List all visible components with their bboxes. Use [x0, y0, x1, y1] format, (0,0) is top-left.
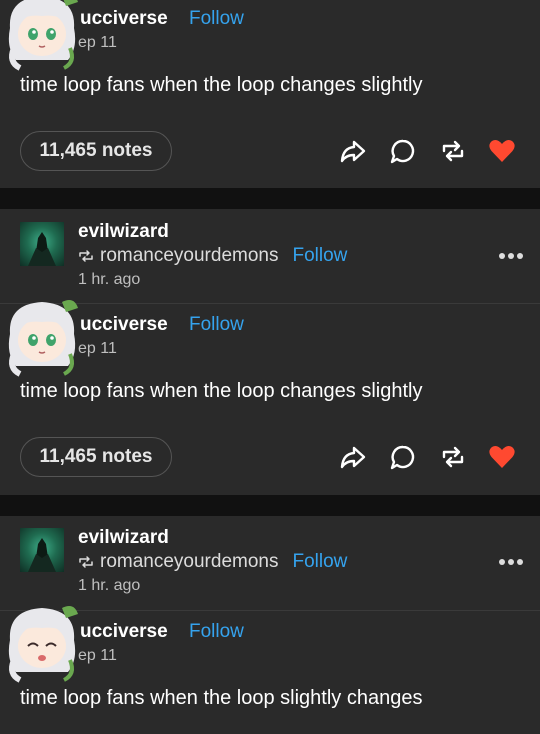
reblogger-avatar[interactable]: [20, 528, 64, 572]
post-text: time loop fans when the loop slightly ch…: [20, 687, 423, 709]
reblog-icon[interactable]: [439, 137, 467, 165]
share-icon[interactable]: [339, 443, 367, 471]
reblogger-avatar[interactable]: [20, 222, 64, 266]
follow-button[interactable]: Follow: [189, 314, 244, 336]
post-author[interactable]: ucciverse: [80, 314, 168, 336]
reblog-small-icon: [79, 250, 93, 262]
post-avatar[interactable]: [2, 0, 82, 72]
post-text: time loop fans when the loop changes sli…: [20, 74, 423, 96]
follow-button[interactable]: Follow: [189, 8, 244, 30]
reblogger-name[interactable]: evilwizard: [78, 221, 169, 243]
notes-button[interactable]: 11,465 notes: [20, 131, 172, 171]
reply-icon[interactable]: [389, 443, 417, 471]
reblog-small-icon: [79, 556, 93, 568]
post-date: ep 11: [78, 340, 117, 357]
reblogged-from: romanceyourdemons Follow: [78, 245, 347, 267]
share-icon[interactable]: [339, 137, 367, 165]
follow-button[interactable]: Follow: [292, 551, 347, 573]
more-icon[interactable]: [498, 250, 524, 262]
post-date: ep 11: [78, 647, 117, 664]
follow-button[interactable]: Follow: [292, 245, 347, 267]
post-text: time loop fans when the loop changes sli…: [20, 380, 423, 402]
reply-icon[interactable]: [389, 137, 417, 165]
reblog-time: 1 hr. ago: [78, 271, 141, 288]
post-separator: [0, 188, 540, 209]
post-separator: [0, 495, 540, 516]
notes-button[interactable]: 11,465 notes: [20, 437, 172, 477]
follow-button[interactable]: Follow: [189, 621, 244, 643]
tumblr-feed: ucciverse Follow ep 11 time loop fans wh…: [0, 0, 540, 734]
post-avatar[interactable]: [2, 294, 82, 378]
reblogged-from: romanceyourdemons Follow: [78, 551, 347, 573]
reblogged-from-name[interactable]: romanceyourdemons: [100, 551, 278, 573]
post-author[interactable]: ucciverse: [80, 621, 168, 643]
heart-icon[interactable]: [488, 137, 516, 165]
more-icon[interactable]: [498, 556, 524, 568]
heart-icon[interactable]: [488, 443, 516, 471]
post-author[interactable]: ucciverse: [80, 8, 168, 30]
post-date: ep 11: [78, 34, 117, 51]
reblog-icon[interactable]: [439, 443, 467, 471]
reblogged-from-name[interactable]: romanceyourdemons: [100, 245, 278, 267]
reblogger-name[interactable]: evilwizard: [78, 527, 169, 549]
reblog-time: 1 hr. ago: [78, 577, 141, 594]
post-avatar[interactable]: [2, 600, 82, 684]
